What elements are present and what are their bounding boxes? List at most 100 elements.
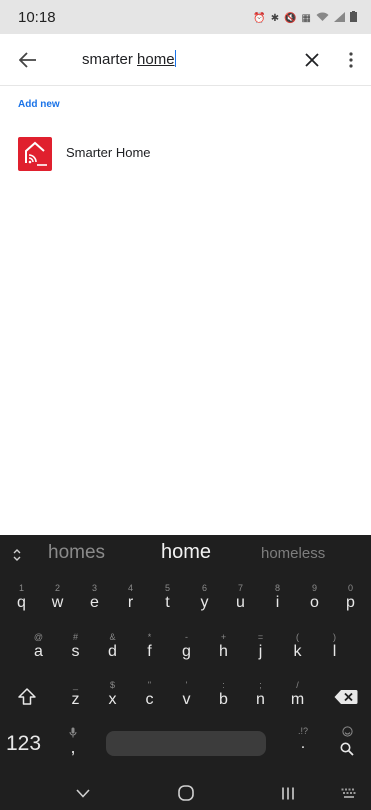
key-z[interactable]: _ z <box>57 680 94 720</box>
clear-search-button[interactable] <box>298 46 326 74</box>
key-s[interactable]: # s <box>57 632 94 672</box>
key-x[interactable]: $ x <box>94 680 131 720</box>
key-label: y <box>200 594 209 611</box>
key-h[interactable]: + h <box>205 632 242 672</box>
key-hint: 9 <box>311 583 317 593</box>
comma-key[interactable]: , <box>60 723 86 763</box>
key-m[interactable]: / m <box>279 680 316 720</box>
expand-toolbar-button[interactable] <box>12 548 26 562</box>
key-hint: 5 <box>164 583 170 593</box>
key-o[interactable]: 9o <box>296 583 333 623</box>
key-hint: 4 <box>127 583 133 593</box>
key-n[interactable]: ; n <box>242 680 279 720</box>
search-header: smarter home <box>0 34 371 86</box>
key-label: i <box>275 594 280 611</box>
suggestion-bar: homes home homeless <box>0 535 371 573</box>
key-hint: * <box>147 632 152 642</box>
back-button[interactable] <box>14 46 42 74</box>
key-c[interactable]: " c <box>131 680 168 720</box>
keyboard-switch-button[interactable] <box>336 781 362 805</box>
nav-recents-button[interactable] <box>275 781 301 805</box>
key-l[interactable]: ) l <box>316 632 353 672</box>
key-label: u <box>236 594 245 611</box>
more-vert-icon <box>349 52 353 68</box>
key-label: q <box>17 594 26 611</box>
battery-icon <box>350 11 357 26</box>
key-hint: ; <box>259 680 262 690</box>
bluetooth-icon: ✱ <box>270 12 280 24</box>
key-hint: 6 <box>201 583 207 593</box>
key-w[interactable]: 2w <box>39 583 76 623</box>
key-b[interactable]: :b <box>205 680 242 720</box>
key-hint: ) <box>333 632 336 642</box>
suggestion-left[interactable]: homes <box>48 542 105 564</box>
search-action-key[interactable] <box>334 726 360 760</box>
keyboard: homes home homeless 1q 2w 3e 4r 5t 6y 7u… <box>0 535 371 810</box>
back-arrow-icon <box>19 52 36 68</box>
search-input[interactable]: smarter home <box>82 50 176 68</box>
suggestion-right[interactable]: homeless <box>261 545 325 562</box>
key-r[interactable]: 4r <box>112 583 149 623</box>
key-label: s <box>71 643 80 660</box>
key-hint: 2 <box>54 583 60 593</box>
key-hint: & <box>109 632 116 642</box>
key-f[interactable]: * f <box>131 632 168 672</box>
key-label: e <box>90 594 99 611</box>
key-hint: 7 <box>237 583 243 593</box>
key-v[interactable]: ' v <box>168 680 205 720</box>
nav-back-button[interactable] <box>70 781 96 805</box>
key-q[interactable]: 1q <box>3 583 40 623</box>
key-j[interactable]: = j <box>242 632 279 672</box>
wifi-icon <box>316 12 329 26</box>
signal-icon <box>334 11 345 26</box>
key-label: b <box>219 691 228 708</box>
key-label: x <box>108 691 117 708</box>
key-label: p <box>346 594 355 611</box>
status-bar: 10:18 ⏰ ✱ 🔇 ▦ <box>0 0 371 34</box>
key-hint: 0 <box>347 583 353 593</box>
key-label: r <box>127 594 134 611</box>
key-hint: + <box>220 632 227 642</box>
chevron-icon <box>13 549 21 561</box>
space-key[interactable] <box>106 731 266 756</box>
key-label: v <box>182 691 191 708</box>
alarm-icon: ⏰ <box>253 12 266 24</box>
period-key[interactable]: .!? . <box>290 723 316 763</box>
key-k[interactable]: (k <box>279 632 316 672</box>
key-i[interactable]: 8i <box>259 583 296 623</box>
key-hint: : <box>222 680 225 690</box>
key-label: c <box>145 691 154 708</box>
key-p[interactable]: 0p <box>332 583 369 623</box>
search-query-composing: home <box>137 51 175 68</box>
key-g[interactable]: -g <box>168 632 205 672</box>
result-name: Smarter Home <box>66 145 151 160</box>
key-label: g <box>182 643 191 660</box>
key-label: w <box>51 594 64 611</box>
key-label: d <box>108 643 117 660</box>
key-y[interactable]: 6y <box>186 583 223 623</box>
key-t[interactable]: 5t <box>149 583 186 623</box>
key-e[interactable]: 3e <box>76 583 113 623</box>
close-icon <box>305 53 319 67</box>
key-hint: 1 <box>18 583 24 593</box>
key-a[interactable]: @ a <box>20 632 57 672</box>
key-d[interactable]: & d <box>94 632 131 672</box>
key-label: f <box>147 643 152 660</box>
nav-home-button[interactable] <box>173 781 199 805</box>
key-label: m <box>290 691 305 708</box>
key-u[interactable]: 7u <box>222 583 259 623</box>
result-item[interactable]: Smarter Home <box>0 128 371 178</box>
backspace-icon <box>334 690 358 704</box>
shift-icon <box>18 688 36 705</box>
more-options-button[interactable] <box>340 46 362 74</box>
suggestion-middle[interactable]: home <box>161 541 211 564</box>
key-label: l <box>332 643 337 660</box>
symbols-key[interactable]: 123 <box>6 732 41 756</box>
mute-icon: 🔇 <box>284 12 297 24</box>
backspace-key[interactable] <box>330 683 362 711</box>
key-label: , <box>70 737 76 757</box>
text-cursor <box>174 50 176 67</box>
shift-key[interactable] <box>12 682 42 712</box>
key-label: n <box>256 691 265 708</box>
section-label-add-new: Add new <box>18 99 60 110</box>
